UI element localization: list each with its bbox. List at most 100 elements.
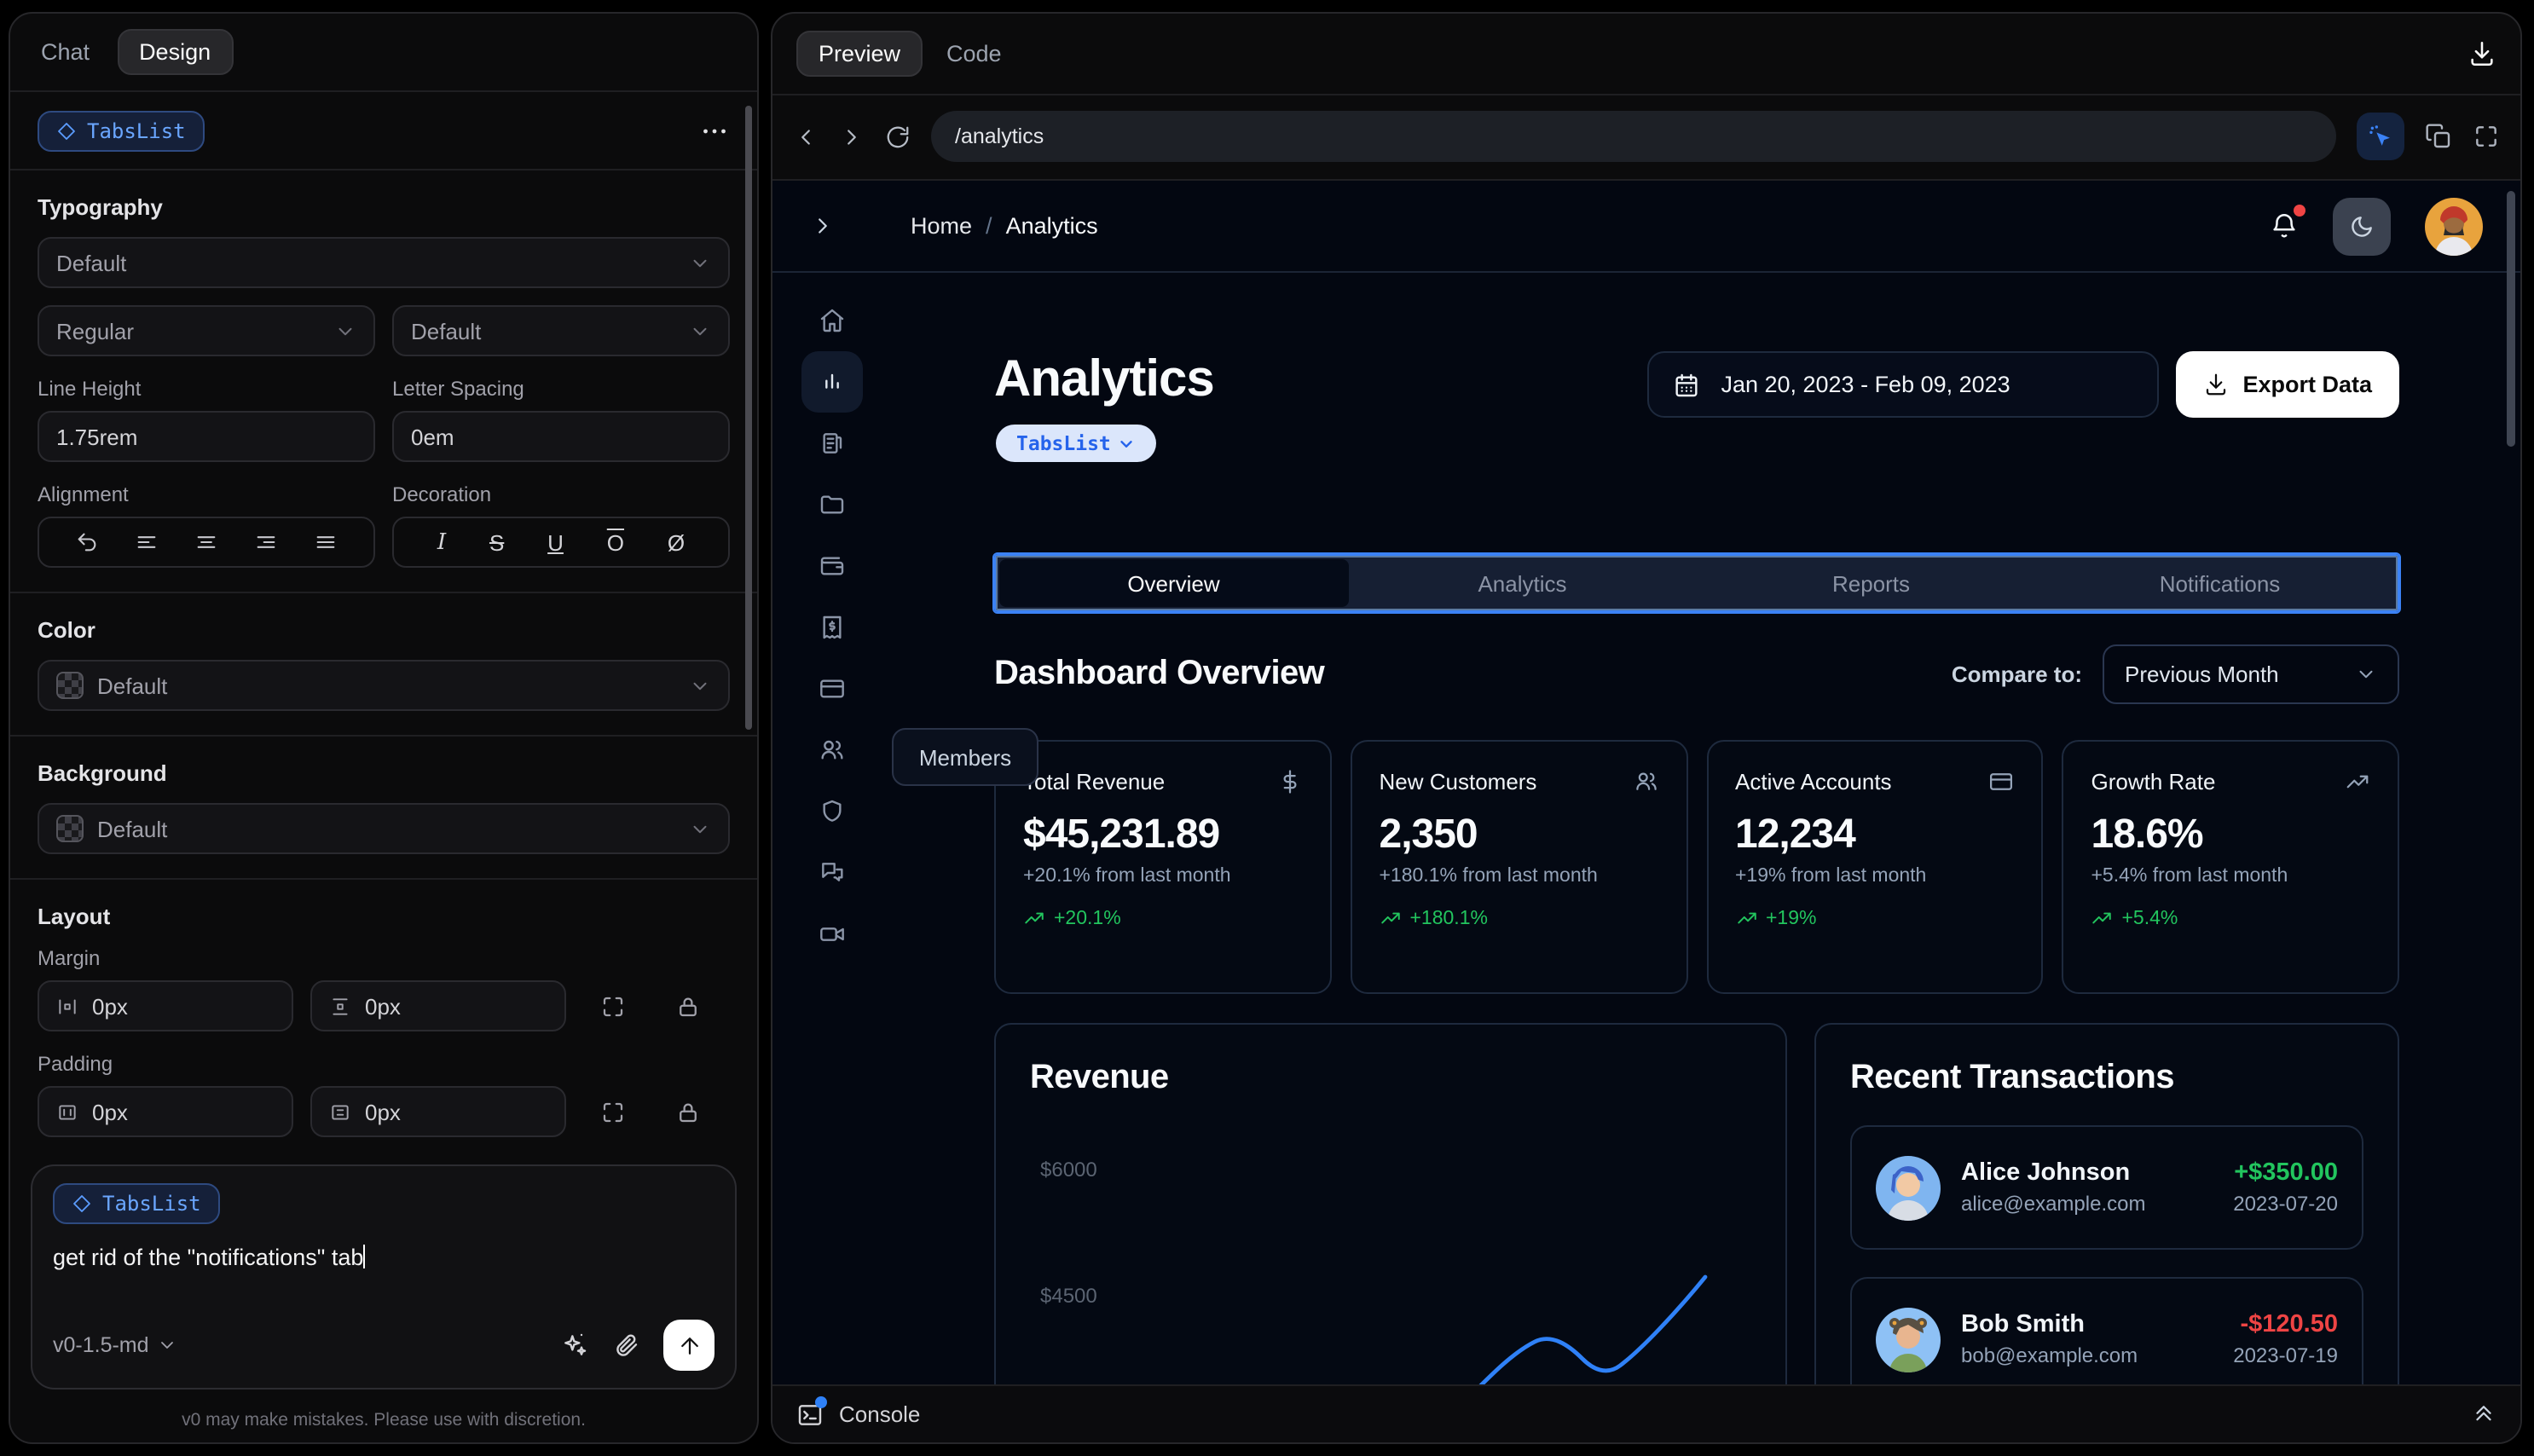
tab-chat[interactable]: Chat	[41, 39, 90, 65]
app-scrollbar[interactable]	[2507, 191, 2515, 447]
back-button[interactable]	[793, 124, 819, 149]
sidebar-item-invoices[interactable]	[801, 597, 863, 658]
breadcrumb-home[interactable]: Home	[911, 213, 972, 239]
export-data-button[interactable]: Export Data	[2176, 351, 2399, 418]
margin-x-input[interactable]: 0px	[38, 980, 293, 1031]
refresh-button[interactable]	[885, 124, 911, 149]
url-input[interactable]: /analytics	[931, 111, 2336, 162]
fullscreen-button[interactable]	[2473, 123, 2500, 150]
selection-overlay-chip[interactable]: TabsList	[996, 425, 1157, 462]
align-center-button[interactable]	[194, 530, 218, 554]
sidebar-item-messages[interactable]	[801, 842, 863, 904]
sidebar-item-security[interactable]	[801, 781, 863, 842]
line-height-input[interactable]: 1.75rem	[38, 411, 375, 462]
align-left-icon	[135, 530, 159, 554]
tab-notifications[interactable]: Notifications	[2045, 559, 2394, 607]
tab-analytics[interactable]: Analytics	[1348, 559, 1697, 607]
color-swatch	[56, 672, 84, 699]
stat-card-total-revenue: Total Revenue $45,231.89 +20.1% from las…	[994, 740, 1332, 994]
model-select[interactable]: v0-1.5-md	[53, 1333, 178, 1357]
align-left-button[interactable]	[135, 530, 159, 554]
font-weight-select[interactable]: Regular	[38, 305, 375, 356]
trending-up-icon	[1735, 907, 1757, 929]
padding-y-input[interactable]: 0px	[310, 1086, 566, 1137]
user-avatar[interactable]	[2425, 197, 2483, 255]
expand-console-button[interactable]	[2471, 1401, 2496, 1427]
compare-select[interactable]: Previous Month	[2103, 644, 2399, 704]
shield-icon	[819, 798, 846, 825]
left-panel-scrollbar[interactable]	[745, 106, 752, 730]
sidebar-item-cards[interactable]	[801, 658, 863, 719]
send-button[interactable]	[663, 1320, 714, 1371]
revenue-chart-panel: Revenue $6000 $4500 $3000	[994, 1023, 1787, 1442]
sidebar-item-reports[interactable]	[801, 413, 863, 474]
enhance-prompt-button[interactable]	[561, 1332, 588, 1359]
overline-button[interactable]: O	[607, 529, 624, 555]
tab-overview[interactable]: Overview	[999, 559, 1348, 607]
no-decoration-button[interactable]: Ø	[668, 529, 685, 555]
margin-lock-button[interactable]	[658, 993, 716, 1019]
tab-code[interactable]: Code	[946, 41, 1002, 66]
stat-card-growth-rate: Growth Rate 18.6% +5.4% from last month …	[2062, 740, 2399, 994]
underline-button[interactable]: U	[547, 529, 564, 555]
sidebar-item-files[interactable]	[801, 474, 863, 535]
date-range-button[interactable]: Jan 20, 2023 - Feb 09, 2023	[1647, 351, 2160, 418]
home-icon	[819, 307, 846, 334]
forward-button[interactable]	[839, 124, 865, 149]
undo-button[interactable]	[75, 530, 99, 554]
chevron-down-icon	[2355, 663, 2377, 685]
font-size-select[interactable]: Default	[392, 305, 730, 356]
padding-x-input[interactable]: 0px	[38, 1086, 293, 1137]
composer-context-chip[interactable]: TabsList	[53, 1183, 220, 1224]
refresh-icon	[885, 124, 911, 149]
select-element-button[interactable]	[2357, 113, 2404, 160]
chevron-down-icon	[689, 818, 711, 840]
chevron-down-icon	[689, 674, 711, 696]
background-select[interactable]: Default	[38, 803, 730, 854]
transaction-row[interactable]: Alice Johnson alice@example.com +$350.00…	[1850, 1125, 2363, 1250]
chevron-down-icon	[1118, 434, 1137, 453]
align-right-button[interactable]	[254, 530, 278, 554]
sidebar-item-home[interactable]	[801, 290, 863, 351]
sidebar-toggle-button[interactable]	[810, 213, 836, 239]
prompt-input[interactable]: get rid of the "notifications" tab	[53, 1245, 714, 1270]
theme-toggle-button[interactable]	[2333, 197, 2391, 255]
transaction-row[interactable]: Bob Smith bob@example.com -$120.50 2023-…	[1850, 1277, 2363, 1401]
sparkles-icon	[561, 1332, 588, 1359]
sidebar-item-members[interactable]	[801, 719, 863, 781]
duplicate-button[interactable]	[2425, 123, 2452, 150]
diamond-icon	[72, 1193, 92, 1214]
sidebar-item-wallet[interactable]	[801, 535, 863, 597]
color-select[interactable]: Default	[38, 660, 730, 711]
padding-expand-button[interactable]	[583, 1099, 641, 1124]
tab-design[interactable]: Design	[117, 29, 234, 75]
sidebar-item-video[interactable]	[801, 904, 863, 965]
tab-reports[interactable]: Reports	[1697, 559, 2045, 607]
diamond-icon	[56, 120, 77, 141]
attach-file-button[interactable]	[612, 1332, 639, 1359]
font-family-select[interactable]: Default	[38, 237, 730, 288]
strikethrough-button[interactable]: S	[489, 529, 504, 555]
margin-y-input[interactable]: 0px	[310, 980, 566, 1031]
rendered-app: Home / Analytics Members Analytics Jan 2…	[772, 179, 2520, 1442]
padding-lock-button[interactable]	[658, 1099, 716, 1124]
users-icon	[1633, 769, 1658, 794]
download-button[interactable]	[2467, 39, 2496, 68]
alignment-label: Alignment	[38, 482, 129, 506]
selected-element-chip[interactable]: TabsList	[38, 110, 205, 151]
chevrons-up-icon	[2471, 1401, 2496, 1427]
margin-expand-button[interactable]	[583, 993, 641, 1019]
folder-icon	[819, 491, 846, 518]
letter-spacing-input[interactable]: 0em	[392, 411, 730, 462]
avatar	[1876, 1155, 1941, 1220]
align-right-icon	[254, 530, 278, 554]
selected-element-row: TabsList	[10, 92, 757, 170]
more-options-button[interactable]	[699, 115, 730, 146]
decoration-toolbar: I S U O Ø	[392, 517, 730, 568]
tab-preview[interactable]: Preview	[796, 31, 923, 77]
sidebar-item-analytics[interactable]	[801, 351, 863, 413]
align-justify-button[interactable]	[314, 530, 338, 554]
notifications-button[interactable]	[2270, 205, 2305, 240]
console-bar[interactable]: Console	[772, 1384, 2520, 1442]
italic-button[interactable]: I	[437, 529, 446, 555]
